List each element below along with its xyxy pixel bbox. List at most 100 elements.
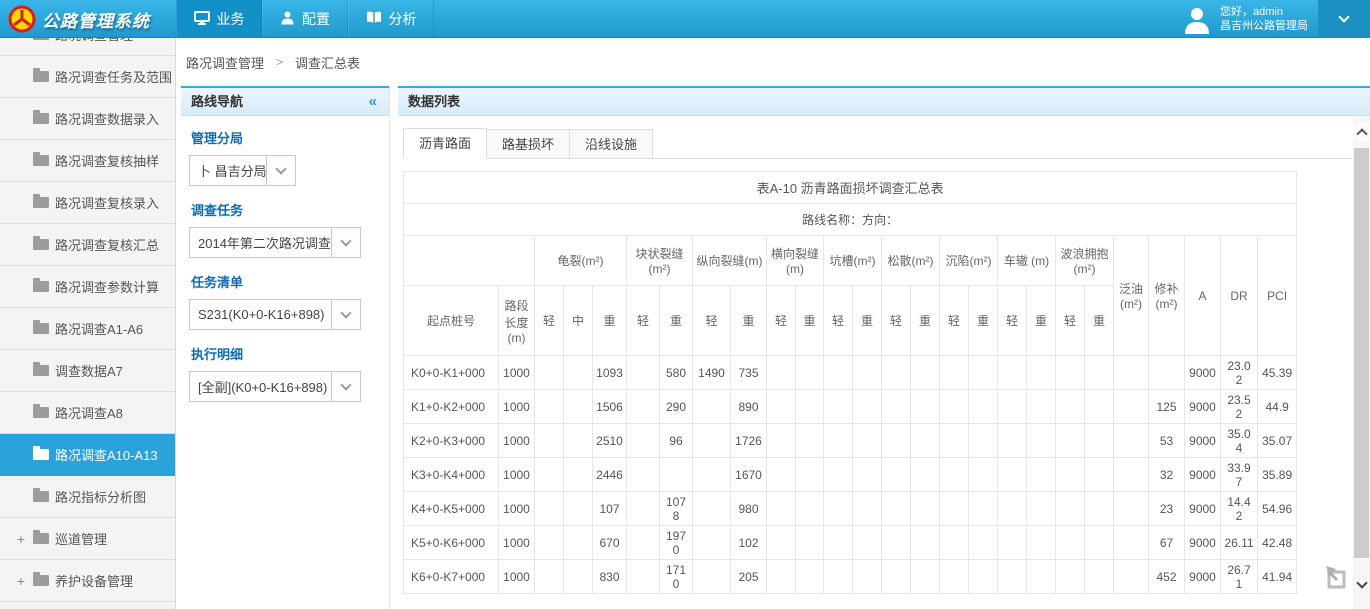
top-tab-配置[interactable]: 配置 <box>262 0 348 38</box>
group-header: 车辙 (m) <box>998 236 1056 286</box>
cell <box>940 390 969 424</box>
sidebar-item[interactable]: 路况调查任务及范围 <box>0 56 175 98</box>
cell: 1078 <box>660 492 693 526</box>
folder-icon <box>33 281 49 292</box>
cell: 14.42 <box>1221 492 1258 526</box>
popout-icon[interactable] <box>1324 563 1350 591</box>
cell: 735 <box>731 356 767 390</box>
group-header: 坑槽(m²) <box>824 236 882 286</box>
cell <box>627 356 660 390</box>
cell <box>911 560 940 594</box>
cell <box>824 560 853 594</box>
cell <box>693 424 731 458</box>
sidebar-item[interactable]: 路况调查A8 <box>0 392 175 434</box>
sub-col-header: 重 <box>853 286 882 356</box>
cell <box>911 356 940 390</box>
sidebar-item[interactable]: +养护设备管理 <box>0 560 175 602</box>
chevron-down-icon[interactable] <box>266 156 295 185</box>
cell <box>969 560 998 594</box>
cell <box>853 492 882 526</box>
nav-dropdown[interactable]: S231(K0+0-K16+898) <box>189 299 361 330</box>
col-header: 路段长度(m) <box>499 286 535 356</box>
tab-路基损坏[interactable]: 路基损坏 <box>486 129 570 159</box>
folder-icon <box>33 533 49 544</box>
group-header: 沉陷(m²) <box>940 236 998 286</box>
cell <box>535 424 564 458</box>
sidebar-item[interactable]: 路况调查复核抽样 <box>0 140 175 182</box>
col-header: 起点桩号 <box>404 286 499 356</box>
cell <box>1114 560 1149 594</box>
dropdown-value: [全副](K0+0-K16+898) <box>198 377 327 396</box>
chevron-down-icon[interactable] <box>331 372 360 401</box>
cell: 1093 <box>593 356 627 390</box>
chevron-down-icon[interactable] <box>331 228 360 257</box>
top-tab-业务[interactable]: 业务 <box>176 0 262 38</box>
surface-tabs: 沥青路面路基损坏沿线设施 <box>403 128 1352 159</box>
sidebar-item-label: 路况调查复核汇总 <box>55 235 159 254</box>
tab-沿线设施[interactable]: 沿线设施 <box>569 129 653 159</box>
plus-icon[interactable]: + <box>15 531 27 547</box>
sidebar-item-label: 路况调查复核抽样 <box>55 151 159 170</box>
sidebar: − 路况调查管理路况调查任务及范围路况调查数据录入路况调查复核抽样路况调查复核录入… <box>0 38 176 609</box>
chevron-down-icon[interactable] <box>331 300 360 329</box>
group-header: 横向裂缝(m) <box>767 236 824 286</box>
sub-col-header: 重 <box>660 286 693 356</box>
col-header: DR <box>1221 236 1258 356</box>
user-greeting: 您好，admin <box>1220 5 1308 19</box>
sidebar-item-label: 路况调查管理 <box>55 38 133 44</box>
scroll-down-icon[interactable] <box>1353 575 1370 595</box>
cell <box>853 458 882 492</box>
scroll-up-icon[interactable] <box>1353 122 1370 142</box>
content-area: 路况调查管理 > 调查汇总表 路线导航 « 管理分局卜 昌吉分局调查任务2014… <box>176 38 1370 609</box>
cell <box>535 356 564 390</box>
sidebar-item[interactable]: − 路况调查管理 <box>0 38 175 56</box>
sidebar-item[interactable]: 路况调查A10-A13 <box>0 434 175 476</box>
cell <box>824 390 853 424</box>
sidebar-item[interactable]: 路况调查复核录入 <box>0 182 175 224</box>
sidebar-item[interactable]: +巡道管理 <box>0 518 175 560</box>
cell <box>693 560 731 594</box>
tab-沥青路面[interactable]: 沥青路面 <box>403 128 487 159</box>
cell <box>627 526 660 560</box>
table-row: K2+0-K3+0001000251096172653900035.0435.0… <box>404 424 1297 458</box>
cell <box>1114 492 1149 526</box>
breadcrumb-item[interactable]: 路况调查管理 <box>186 53 264 72</box>
cell: 1000 <box>499 492 535 526</box>
collapse-left-icon[interactable]: « <box>369 88 377 115</box>
minus-icon[interactable]: − <box>15 38 27 43</box>
sidebar-item[interactable]: 路况调查A1-A6 <box>0 308 175 350</box>
topbar-dropdown-button[interactable] <box>1318 0 1370 38</box>
sidebar-item-label: 路况调查数据录入 <box>55 109 159 128</box>
top-tab-分析[interactable]: 分析 <box>348 0 434 38</box>
cell <box>1056 356 1085 390</box>
cell <box>911 424 940 458</box>
cell <box>853 526 882 560</box>
nav-dropdown[interactable]: [全副](K0+0-K16+898) <box>189 371 361 402</box>
folder-icon <box>33 449 49 460</box>
data-list-panel: 数据列表 沥青路面路基损坏沿线设施 表A-10 沥青路面损坏调查汇总表路线名称：… <box>398 86 1370 609</box>
cell <box>824 458 853 492</box>
sidebar-item[interactable]: 路况调查参数计算 <box>0 266 175 308</box>
col-header: PCI <box>1258 236 1297 356</box>
sidebar-item[interactable]: 路况调查数据录入 <box>0 98 175 140</box>
scrollbar-thumb[interactable] <box>1354 148 1369 558</box>
nav-dropdown[interactable]: 2014年第二次路况调查 <box>189 227 361 258</box>
plus-icon[interactable]: + <box>15 573 27 589</box>
sidebar-item[interactable]: 路况调查复核汇总 <box>0 224 175 266</box>
cell: 23.02 <box>1221 356 1258 390</box>
cell <box>767 526 796 560</box>
cell <box>767 424 796 458</box>
cell: 670 <box>593 526 627 560</box>
cell: K3+0-K4+000 <box>404 458 499 492</box>
cell <box>1027 390 1056 424</box>
user-info[interactable]: 您好，admin 昌吉州公路管理局 <box>1182 0 1308 38</box>
sidebar-item[interactable]: 调查数据A7 <box>0 350 175 392</box>
sidebar-item[interactable]: 路况指标分析图 <box>0 476 175 518</box>
top-bar: 公路管理系统 业务配置分析 您好，admin 昌吉州公路管理局 <box>0 0 1370 38</box>
nav-dropdown[interactable]: 卜 昌吉分局 <box>189 155 296 186</box>
cell: 1000 <box>499 458 535 492</box>
sub-col-header: 轻 <box>824 286 853 356</box>
group-header: 波浪拥抱(m²) <box>1056 236 1114 286</box>
vertical-scrollbar[interactable] <box>1353 116 1370 609</box>
cell <box>940 458 969 492</box>
